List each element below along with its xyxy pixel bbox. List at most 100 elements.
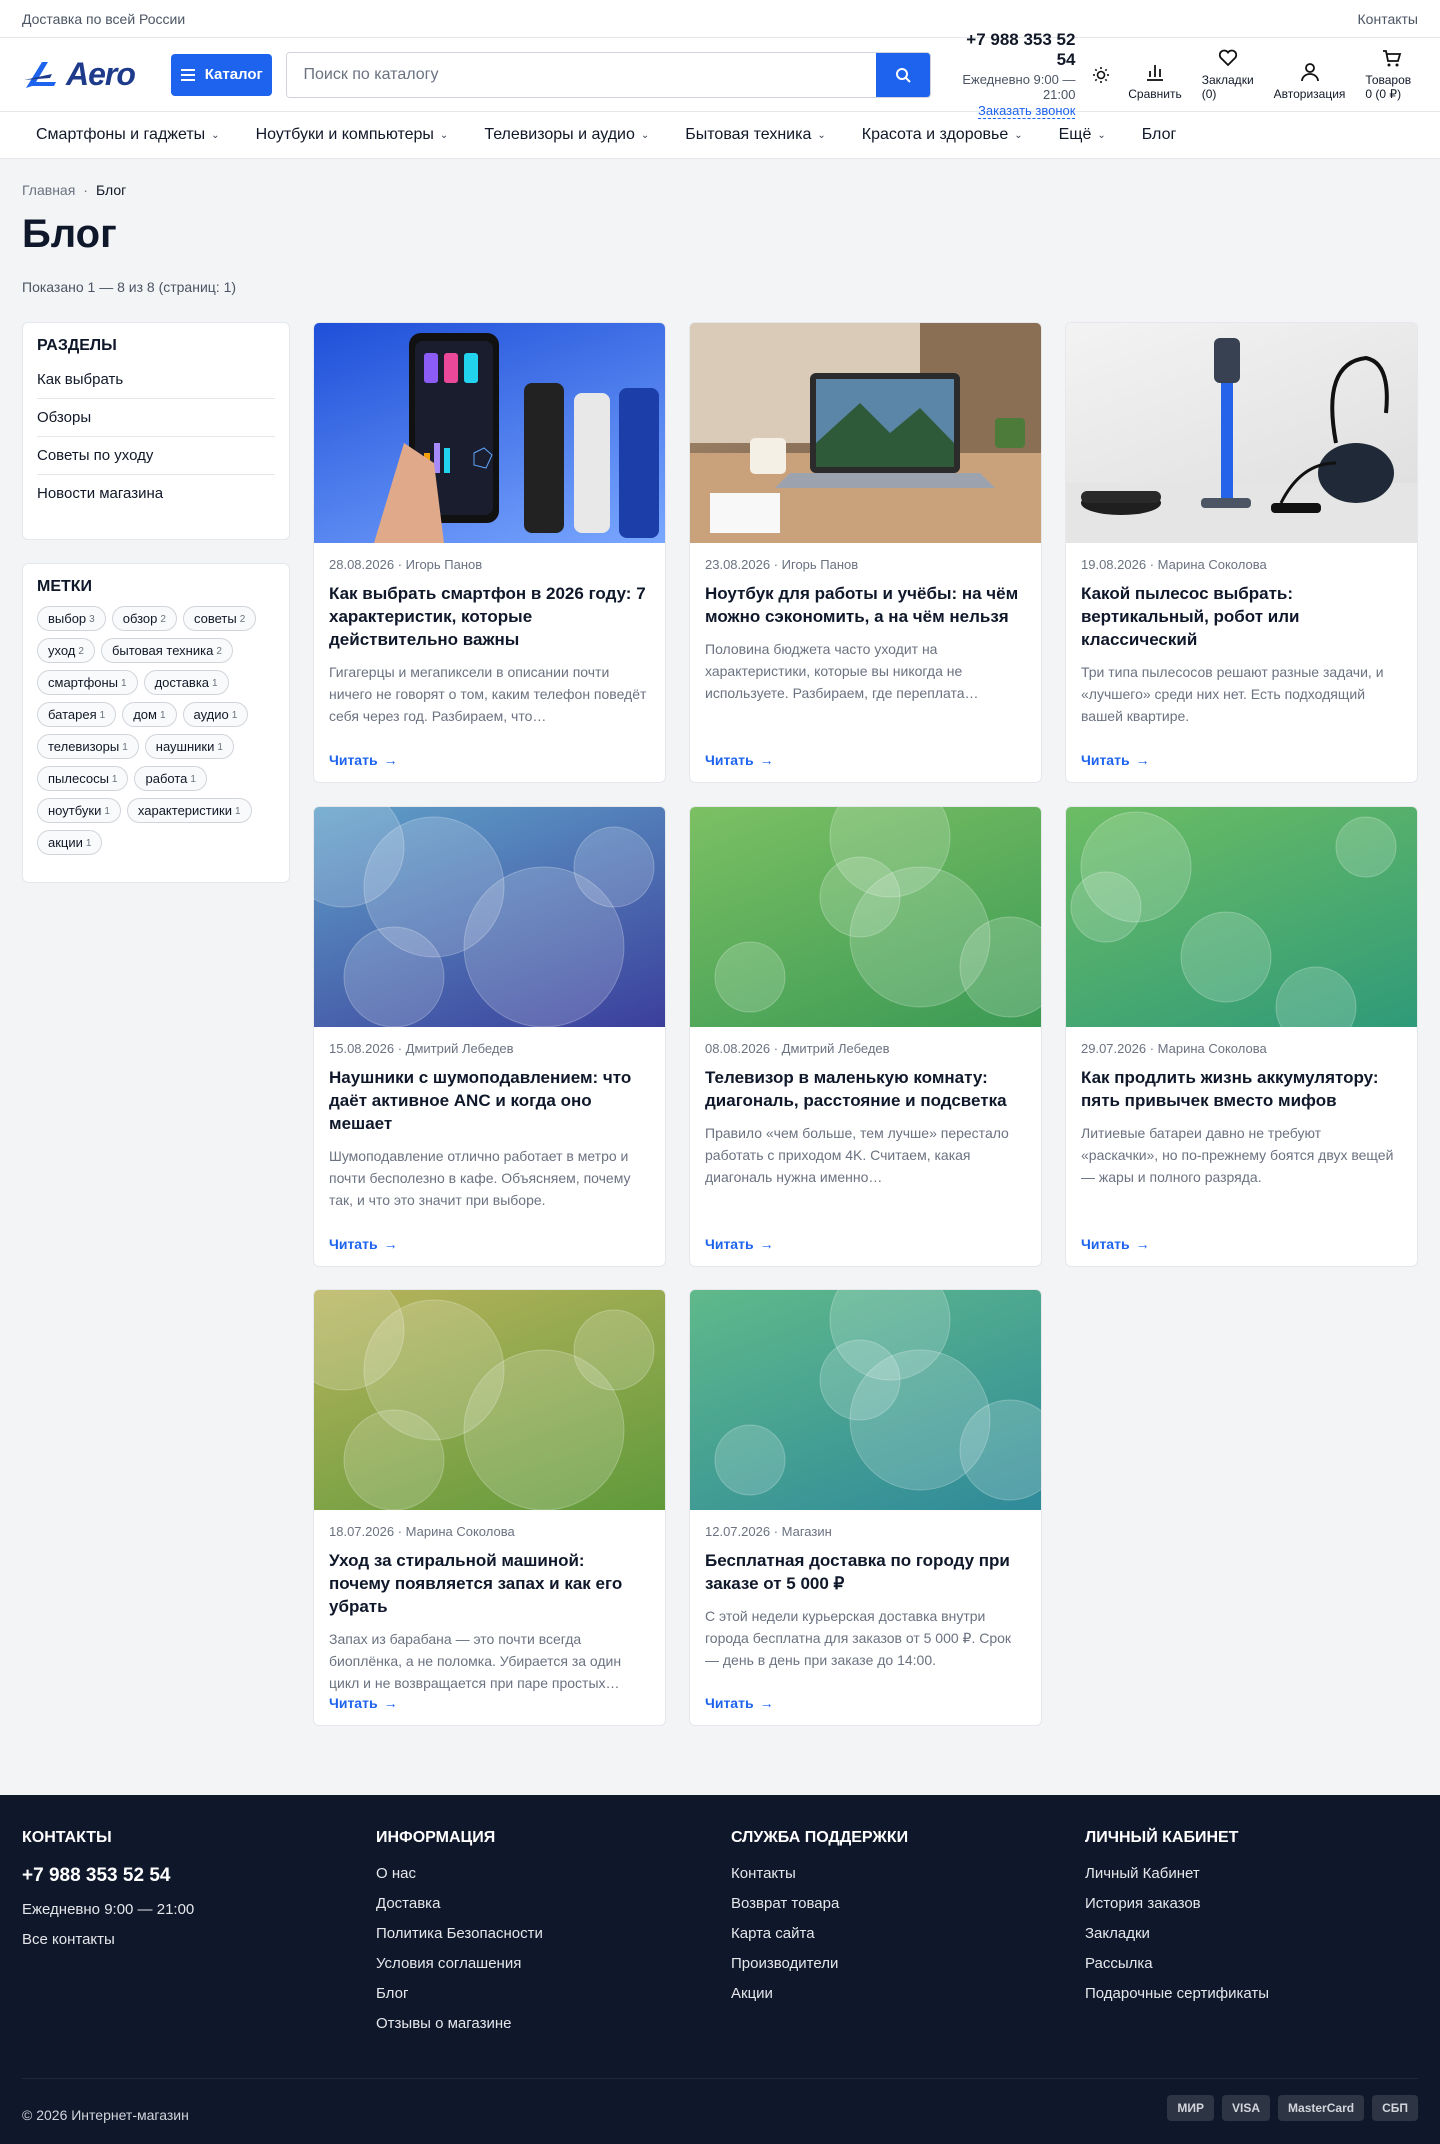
tag-chip[interactable]: обзор 2 <box>111 606 177 631</box>
footer-link[interactable]: Отзывы о магазине <box>376 2015 543 2032</box>
tag-chip[interactable]: характеристики 1 <box>126 798 252 823</box>
post-title[interactable]: Бесплатная доставка по городу при заказе… <box>705 1549 1026 1595</box>
footer-link[interactable]: Карта сайта <box>731 1925 908 1942</box>
nav-item-tv-audio[interactable]: Телевизоры и аудио ⌄ <box>484 126 649 144</box>
laptop-photo[interactable] <box>690 323 1041 543</box>
logo[interactable]: Aero <box>22 56 149 93</box>
footer-link[interactable]: Условия соглашения <box>376 1955 543 1972</box>
tag-chip[interactable]: пылесосы 1 <box>37 766 129 791</box>
login-button[interactable]: Авторизация <box>1274 62 1345 101</box>
post-title[interactable]: Уход за стиральной машиной: почему появл… <box>329 1549 650 1618</box>
catalog-button[interactable]: Каталог <box>171 53 273 96</box>
read-more-link[interactable]: Читать → <box>329 1695 398 1711</box>
tag-chip[interactable]: дом 1 <box>122 702 177 727</box>
smartphone-photo[interactable] <box>314 323 665 543</box>
section-item[interactable]: Новости магазина <box>37 475 275 512</box>
tag-count: 2 <box>78 646 84 657</box>
top-contacts-link[interactable]: Контакты <box>1358 11 1418 27</box>
read-more-link[interactable]: Читать → <box>329 1236 398 1252</box>
search-button[interactable] <box>876 52 931 97</box>
blog-post-card[interactable]: 15.08.2026 · Дмитрий Лебедев Наушники с ш… <box>313 806 666 1267</box>
header-phone[interactable]: +7 988 353 52 54 <box>949 30 1075 70</box>
tag-name: уход <box>48 643 76 658</box>
tag-chip[interactable]: бытовая техника 2 <box>100 638 233 663</box>
nav-item-blog[interactable]: Блог <box>1142 126 1177 144</box>
cart-button[interactable]: Товаров 0 (0 ₽) <box>1365 49 1418 101</box>
read-more-link[interactable]: Читать → <box>1081 1236 1150 1252</box>
footer-link[interactable]: Закладки <box>1085 1925 1269 1942</box>
nav-item-beauty[interactable]: Красота и здоровье ⌄ <box>862 126 1023 144</box>
search-input[interactable] <box>287 52 877 97</box>
tag-chip[interactable]: наушники 1 <box>144 734 234 759</box>
read-more-link[interactable]: Читать → <box>705 1695 774 1711</box>
nav-item-more[interactable]: Ещё ⌄ <box>1059 126 1106 144</box>
post-title[interactable]: Какой пылесос выбрать: вертикальный, роб… <box>1081 582 1402 651</box>
footer-link[interactable]: Подарочные сертификаты <box>1085 1985 1269 2002</box>
footer-link[interactable]: Блог <box>376 1985 543 2002</box>
footer-link[interactable]: Рассылка <box>1085 1955 1269 1972</box>
footer-phone[interactable]: +7 988 353 52 54 <box>22 1865 194 1887</box>
read-more-link[interactable]: Читать → <box>705 1236 774 1252</box>
vacuum-photo[interactable] <box>1066 323 1417 543</box>
callback-link[interactable]: Заказать звонок <box>978 103 1076 119</box>
nav-item-smartphones[interactable]: Смартфоны и гаджеты ⌄ <box>36 126 220 144</box>
read-more-link[interactable]: Читать → <box>705 752 774 768</box>
read-more-link[interactable]: Читать → <box>1081 752 1150 768</box>
post-meta: 18.07.2026 · Марина Соколова <box>329 1524 650 1539</box>
blog-post-card[interactable]: 08.08.2026 · Дмитрий Лебедев Телевизор в … <box>689 806 1042 1267</box>
tag-chip[interactable]: советы 2 <box>182 606 257 631</box>
post-title[interactable]: Наушники с шумоподавлением: что даёт акт… <box>329 1066 650 1135</box>
breadcrumb-home[interactable]: Главная <box>22 182 75 198</box>
footer-link[interactable]: Производители <box>731 1955 908 1972</box>
footer-link[interactable]: Акции <box>731 1985 908 2002</box>
tag-chip[interactable]: доставка 1 <box>143 670 229 695</box>
tag-chip[interactable]: уход 2 <box>37 638 95 663</box>
section-item[interactable]: Советы по уходу <box>37 437 275 475</box>
footer-link[interactable]: Политика Безопасности <box>376 1925 543 1942</box>
post-title[interactable]: Ноутбук для работы и учёбы: на чём можно… <box>705 582 1026 628</box>
tag-chip[interactable]: акции 1 <box>37 830 103 855</box>
tag-chip[interactable]: ноутбуки 1 <box>37 798 121 823</box>
blog-post-card[interactable]: 28.08.2026 · Игорь Панов Как выбрать смар… <box>313 322 666 783</box>
footer-link[interactable]: Контакты <box>731 1865 908 1882</box>
tag-chip[interactable]: смартфоны 1 <box>37 670 138 695</box>
blog-post-card[interactable]: 18.07.2026 · Марина Соколова Уход за стир… <box>313 1289 666 1726</box>
menu-icon <box>180 68 195 81</box>
blog-post-card[interactable]: 12.07.2026 · Магазин Бесплатная доставка … <box>689 1289 1042 1726</box>
gradient-bokeh[interactable] <box>314 1290 665 1510</box>
gradient-bokeh[interactable] <box>690 807 1041 1027</box>
footer-link[interactable]: Личный Кабинет <box>1085 1865 1269 1882</box>
section-item[interactable]: Как выбрать <box>37 361 275 399</box>
post-title[interactable]: Как выбрать смартфон в 2026 году: 7 хара… <box>329 582 650 651</box>
tag-chip[interactable]: телевизоры 1 <box>37 734 139 759</box>
gradient-bokeh[interactable] <box>1066 807 1417 1027</box>
footer-link[interactable]: Возврат товара <box>731 1895 908 1912</box>
tag-chip[interactable]: батарея 1 <box>37 702 117 727</box>
tag-chip[interactable]: выбор 3 <box>37 606 106 631</box>
gradient-bokeh[interactable] <box>314 807 665 1027</box>
post-title[interactable]: Телевизор в маленькую комнату: диагональ… <box>705 1066 1026 1112</box>
wishlist-button[interactable]: Закладки (0) <box>1202 49 1254 101</box>
footer-link[interactable]: Доставка <box>376 1895 543 1912</box>
compare-button[interactable]: Сравнить <box>1128 63 1182 101</box>
tag-chip[interactable]: аудио 1 <box>182 702 249 727</box>
nav-item-laptops[interactable]: Ноутбуки и компьютеры ⌄ <box>256 126 449 144</box>
post-meta: 15.08.2026 · Дмитрий Лебедев <box>329 1041 650 1056</box>
tag-chip[interactable]: работа 1 <box>134 766 207 791</box>
footer-all-contacts-link[interactable]: Все контакты <box>22 1931 194 1948</box>
nav-item-appliances[interactable]: Бытовая техника ⌄ <box>685 126 825 144</box>
gradient-bokeh[interactable] <box>690 1290 1041 1510</box>
section-item[interactable]: Обзоры <box>37 399 275 437</box>
theme-toggle[interactable] <box>1091 66 1110 83</box>
post-title[interactable]: Как продлить жизнь аккумулятору: пять пр… <box>1081 1066 1402 1112</box>
blog-post-card[interactable]: 23.08.2026 · Игорь Панов Ноутбук для рабо… <box>689 322 1042 783</box>
footer-link[interactable]: О нас <box>376 1865 543 1882</box>
tag-name: доставка <box>154 675 210 690</box>
payment-badge: СБП <box>1372 2095 1418 2121</box>
compare-label: Сравнить <box>1128 86 1182 101</box>
blog-post-card[interactable]: 29.07.2026 · Марина Соколова Как продлить… <box>1065 806 1418 1267</box>
read-more-link[interactable]: Читать → <box>329 752 398 768</box>
footer-link[interactable]: История заказов <box>1085 1895 1269 1912</box>
blog-post-card[interactable]: 19.08.2026 · Марина Соколова Какой пылесо… <box>1065 322 1418 783</box>
post-date: 29.07.2026 <box>1081 1041 1147 1056</box>
